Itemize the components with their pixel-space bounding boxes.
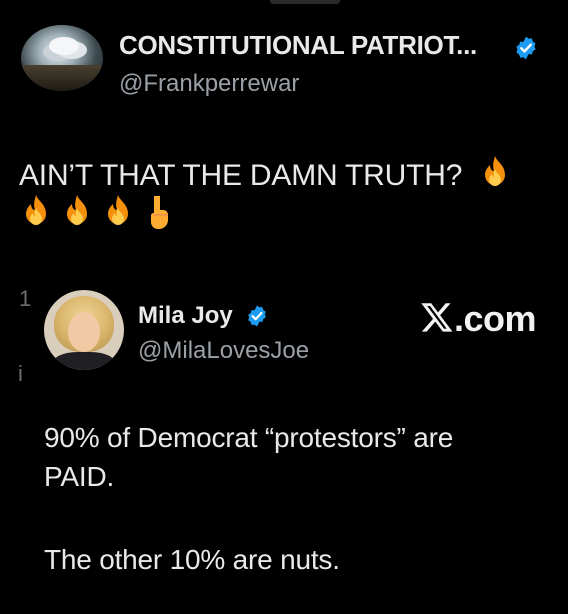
verified-badge-icon: [513, 35, 539, 66]
x-com-watermark: .com: [420, 298, 537, 343]
outer-avatar[interactable]: [21, 25, 103, 91]
tweet-text-content: AIN’T THAT THE DAMN TRUTH?: [19, 159, 463, 192]
x-com-suffix: .com: [454, 298, 537, 339]
avatar-shirt-graphic: [52, 352, 116, 370]
quoted-avatar[interactable]: [44, 290, 124, 370]
fire-emoji-icon: [480, 155, 510, 197]
fire-emoji-icon: [21, 194, 51, 233]
outer-display-name[interactable]: CONSTITUTIONAL PATRIOT...: [119, 30, 477, 61]
quoted-handle[interactable]: @MilaLovesJoe: [138, 337, 309, 365]
quoted-text-line-3: The other 10% are nuts.: [44, 544, 340, 575]
x-logo-icon: [420, 300, 454, 343]
quoted-text-line-2: PAID.: [44, 461, 115, 492]
avatar-ground-graphic: [21, 65, 103, 91]
top-edge: [0, 0, 568, 8]
avatar-face-graphic: [68, 312, 100, 352]
verified-badge-icon: [245, 304, 269, 333]
quoted-text-line-1: 90% of Democrat “protestors” are: [44, 422, 454, 453]
quoted-display-name[interactable]: Mila Joy: [138, 302, 233, 330]
avatar-cloud-graphic: [49, 37, 79, 55]
pointing-down-emoji-icon: [145, 194, 171, 235]
tweet-text: AIN’T THAT THE DAMN TRUTH?: [19, 155, 510, 197]
fire-emoji-icon: [62, 194, 92, 233]
cropped-edge-glyph: i: [18, 361, 23, 386]
outer-handle[interactable]: @Frankperrewar: [119, 70, 299, 98]
fire-emoji-icon: [103, 194, 133, 233]
cropped-edge-glyph: 1: [19, 286, 32, 311]
